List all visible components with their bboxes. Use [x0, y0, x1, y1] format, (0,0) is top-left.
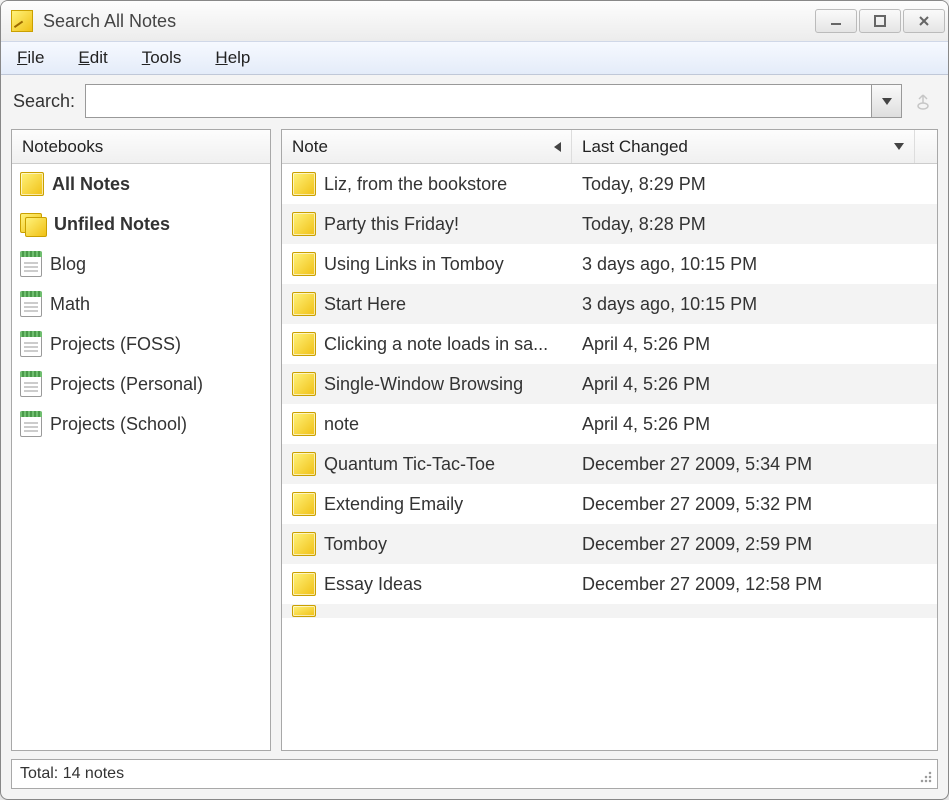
notebook-label: Projects (FOSS) [50, 334, 181, 355]
notes-panel: Note Last Changed Liz, from the bookstor… [281, 129, 938, 751]
note-title: Liz, from the bookstore [324, 174, 507, 195]
note-last-changed: December 27 2009, 5:32 PM [572, 494, 937, 515]
maximize-button[interactable] [859, 9, 901, 33]
search-input[interactable] [86, 85, 871, 117]
search-label: Search: [13, 91, 75, 112]
note-last-changed: December 27 2009, 5:34 PM [572, 454, 937, 475]
menubar: File Edit Tools Help [1, 41, 948, 75]
note-row[interactable]: Extending Emaily December 27 2009, 5:32 P… [282, 484, 937, 524]
menu-tools[interactable]: Tools [136, 46, 188, 70]
notebook-icon [20, 291, 42, 317]
note-title: note [324, 414, 359, 435]
notes-header: Note Last Changed [282, 130, 937, 164]
notebook-label: Blog [50, 254, 86, 275]
note-icon [292, 292, 316, 316]
notebook-label: Projects (Personal) [50, 374, 203, 395]
note-row[interactable]: Using Links in Tomboy 3 days ago, 10:15 P… [282, 244, 937, 284]
column-header-last-changed[interactable]: Last Changed [572, 130, 915, 163]
note-icon [292, 452, 316, 476]
resize-grip[interactable] [920, 771, 934, 785]
note-row[interactable]: Tomboy December 27 2009, 2:59 PM [282, 524, 937, 564]
notebook-label: Projects (School) [50, 414, 187, 435]
note-row[interactable]: note April 4, 5:26 PM [282, 404, 937, 444]
notebook-item[interactable]: Blog [12, 244, 270, 284]
notebook-icon [20, 371, 42, 397]
menu-help[interactable]: Help [209, 46, 256, 70]
note-last-changed: April 4, 5:26 PM [572, 334, 937, 355]
note-row[interactable]: Clicking a note loads in sa... April 4, 5… [282, 324, 937, 364]
titlebar[interactable]: Search All Notes [1, 1, 948, 41]
notebook-label: All Notes [52, 174, 130, 195]
note-icon [292, 532, 316, 556]
search-dropdown-button[interactable] [871, 85, 901, 117]
minimize-button[interactable] [815, 9, 857, 33]
note-icon [292, 572, 316, 596]
note-icon [292, 492, 316, 516]
note-last-changed: December 27 2009, 12:58 PM [572, 574, 937, 595]
note-title: Clicking a note loads in sa... [324, 334, 548, 355]
notebook-label: Math [50, 294, 90, 315]
note-row[interactable]: Liz, from the bookstore Today, 8:29 PM [282, 164, 937, 204]
notebook-item[interactable]: Math [12, 284, 270, 324]
notebook-item[interactable]: Projects (School) [12, 404, 270, 444]
menu-file[interactable]: File [11, 46, 50, 70]
note-title: Start Here [324, 294, 406, 315]
note-last-changed: 3 days ago, 10:15 PM [572, 294, 937, 315]
note-icon [292, 412, 316, 436]
note-icon [292, 172, 316, 196]
notebook-icon [20, 411, 42, 437]
notebook-icon [20, 251, 42, 277]
note-last-changed: Today, 8:29 PM [572, 174, 937, 195]
status-bar: Total: 14 notes [11, 759, 938, 789]
app-icon [11, 10, 33, 32]
note-icon [292, 212, 316, 236]
note-last-changed: April 4, 5:26 PM [572, 374, 937, 395]
note-last-changed: Today, 8:28 PM [572, 214, 937, 235]
note-icon [292, 332, 316, 356]
note-title: Single-Window Browsing [324, 374, 523, 395]
menu-edit[interactable]: Edit [72, 46, 113, 70]
notebook-item[interactable]: Projects (FOSS) [12, 324, 270, 364]
notebook-item[interactable]: Projects (Personal) [12, 364, 270, 404]
clear-search-button[interactable] [908, 86, 938, 116]
notebook-icon [20, 331, 42, 357]
note-row[interactable]: Party this Friday! Today, 8:28 PM [282, 204, 937, 244]
note-icon [292, 605, 316, 617]
notebook-item[interactable]: Unfiled Notes [12, 204, 270, 244]
note-icon [292, 252, 316, 276]
sort-indicator-icon [894, 143, 904, 150]
notebooks-header[interactable]: Notebooks [12, 130, 270, 164]
note-icon [292, 372, 316, 396]
unfiled-icon [20, 213, 46, 235]
search-combo [85, 84, 902, 118]
note-title: Tomboy [324, 534, 387, 555]
note-row[interactable]: Quantum Tic-Tac-Toe December 27 2009, 5:3… [282, 444, 937, 484]
window-title: Search All Notes [43, 11, 814, 32]
note-title: Using Links in Tomboy [324, 254, 504, 275]
note-row[interactable]: Start Here 3 days ago, 10:15 PM [282, 284, 937, 324]
column-header-note[interactable]: Note [282, 130, 572, 163]
note-last-changed: April 4, 5:26 PM [572, 414, 937, 435]
notes-list[interactable]: Liz, from the bookstore Today, 8:29 PM Par… [282, 164, 937, 750]
notebooks-panel: Notebooks All Notes Unfiled Notes Blog Math… [11, 129, 271, 751]
note-row[interactable]: Essay Ideas December 27 2009, 12:58 PM [282, 564, 937, 604]
note-last-changed: December 27 2009, 2:59 PM [572, 534, 937, 555]
app-window: Search All Notes File Edit Tools Help Se… [0, 0, 949, 800]
note-icon [20, 172, 44, 196]
note-title: Extending Emaily [324, 494, 463, 515]
notebooks-list: All Notes Unfiled Notes Blog Math Projects (… [12, 164, 270, 750]
status-total: Total: 14 notes [20, 765, 124, 783]
chevron-down-icon [882, 98, 892, 105]
close-button[interactable] [903, 9, 945, 33]
note-title: Essay Ideas [324, 574, 422, 595]
note-title: Party this Friday! [324, 214, 459, 235]
sort-indicator-icon [554, 142, 561, 152]
note-row[interactable] [282, 604, 937, 618]
note-title: Quantum Tic-Tac-Toe [324, 454, 495, 475]
notebook-label: Unfiled Notes [54, 214, 170, 235]
note-row[interactable]: Single-Window Browsing April 4, 5:26 PM [282, 364, 937, 404]
search-row: Search: [11, 79, 938, 123]
notebook-item[interactable]: All Notes [12, 164, 270, 204]
note-last-changed: 3 days ago, 10:15 PM [572, 254, 937, 275]
